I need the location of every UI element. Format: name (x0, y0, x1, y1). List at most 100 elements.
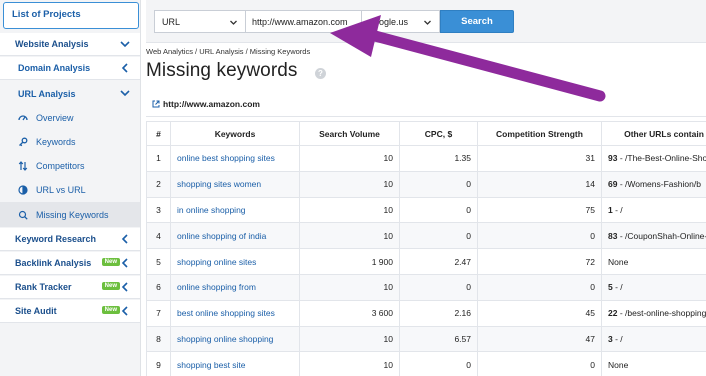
table-row: 9 shopping best site 10 0 0 None (146, 351, 706, 376)
keyword-link[interactable]: in online shopping (170, 196, 300, 224)
table-row: 6 online shopping from 10 0 0 5 - / (146, 273, 706, 301)
table-row: 7 best online shopping sites 3 600 2.16 45 22… (146, 299, 706, 327)
column-header-number: # (146, 121, 171, 146)
divider (146, 116, 706, 117)
keyword-link[interactable]: best online shopping sites (170, 299, 300, 327)
keyword-link[interactable]: shopping online shopping (170, 325, 300, 353)
sidebar-item-keywords[interactable]: Keywords (0, 130, 140, 153)
sidebar-item-backlink-analysis[interactable]: Backlink Analysis New (0, 252, 140, 275)
url-path: - /CouponShah-Online-Shoppi (619, 230, 706, 241)
compare-icon (18, 184, 28, 195)
competition-strength: 0 (477, 222, 602, 250)
keyword-link[interactable]: shopping online sites (170, 248, 300, 275)
row-number: 1 (146, 145, 171, 172)
keyword-link[interactable]: online shopping of india (170, 222, 300, 250)
row-number: 6 (146, 273, 171, 301)
table-row: 1 online best shopping sites 10 1.35 31 93 - … (146, 145, 706, 172)
keyword-link[interactable]: online shopping from (170, 273, 300, 301)
sidebar-item-keyword-research[interactable]: Keyword Research (0, 228, 140, 251)
search-volume: 10 (299, 351, 400, 376)
search-volume: 10 (299, 222, 400, 250)
search-volume: 10 (299, 325, 400, 353)
domain-input[interactable]: http://www.amazon.com (246, 10, 362, 33)
chevron-down-icon (424, 20, 431, 25)
column-header-keywords[interactable]: Keywords (170, 121, 300, 146)
other-urls-cell: 93 - /The-Best-Online-Shopping-F (601, 145, 706, 172)
cpc-value: 6.57 (399, 325, 478, 353)
sidebar-item-missing-keywords[interactable]: Missing Keywords (0, 202, 140, 227)
sidebar-item-site-audit[interactable]: Site Audit New (0, 300, 140, 323)
chevron-left-icon (121, 234, 128, 244)
sidebar: List of Projects Website Analysis Domain… (0, 0, 141, 376)
search-type-select[interactable]: URL (154, 10, 246, 33)
sidebar-item-label: Website Analysis (15, 39, 89, 49)
sidebar-item-label: URL vs URL (36, 184, 86, 195)
cpc-value: 2.47 (399, 248, 478, 275)
cpc-value: 0 (399, 222, 478, 250)
database-value: google.us (369, 17, 409, 27)
cpc-value: 0 (399, 351, 478, 376)
keyword-link[interactable]: shopping best site (170, 351, 300, 376)
row-number: 4 (146, 222, 171, 250)
url-path: - / (612, 282, 623, 293)
search-button[interactable]: Search (440, 10, 514, 33)
missing-keywords-icon (18, 210, 28, 220)
column-header-search-volume[interactable]: Search Volume (299, 121, 400, 146)
database-select[interactable]: google.us (362, 10, 440, 33)
list-of-projects-button[interactable]: List of Projects (3, 2, 139, 29)
external-link-icon[interactable] (152, 100, 160, 108)
competition-strength: 75 (477, 196, 602, 224)
chevron-down-icon (120, 90, 130, 97)
row-number: 2 (146, 170, 171, 198)
sidebar-item-url-vs-url[interactable]: URL vs URL (0, 178, 140, 201)
sidebar-item-label: Backlink Analysis (15, 258, 92, 268)
cpc-value: 0 (399, 196, 478, 224)
row-number: 5 (146, 248, 171, 275)
sort-arrows-icon (18, 160, 28, 171)
table-row: 4 online shopping of india 10 0 0 83 - /Coupo… (146, 222, 706, 250)
sidebar-item-label: URL Analysis (18, 88, 76, 99)
table-row: 2 shopping sites women 10 0 14 69 - /Womens-F… (146, 170, 706, 198)
column-header-competition-strength[interactable]: Competition Strength (477, 121, 602, 146)
url-path: - / (612, 333, 623, 344)
url-path: None (608, 359, 629, 370)
new-badge: New (101, 306, 120, 314)
column-header-other-urls: Other URLs contain (601, 121, 706, 146)
sidebar-item-rank-tracker[interactable]: Rank Tracker New (0, 276, 140, 299)
chevron-left-icon (121, 63, 128, 73)
keyword-link[interactable]: online best shopping sites (170, 145, 300, 172)
gauge-icon (18, 114, 28, 120)
sidebar-item-competitors[interactable]: Competitors (0, 154, 140, 177)
help-icon[interactable]: ? (315, 68, 326, 79)
other-urls-cell: None (601, 351, 706, 376)
column-header-cpc[interactable]: CPC, $ (399, 121, 478, 146)
sidebar-item-url-analysis[interactable]: URL Analysis (0, 82, 140, 105)
url-path: - / (612, 204, 623, 215)
row-number: 8 (146, 325, 171, 353)
competition-strength: 72 (477, 248, 602, 275)
other-urls-cell: 83 - /CouponShah-Online-Shoppi (601, 222, 706, 250)
new-badge: New (101, 282, 120, 290)
search-bar: URL http://www.amazon.com google.us Sear… (146, 0, 706, 43)
keyword-link[interactable]: shopping sites women (170, 170, 300, 198)
sidebar-item-label: Keyword Research (15, 234, 97, 244)
url-path: None (608, 256, 629, 267)
sidebar-item-overview[interactable]: Overview (0, 106, 140, 129)
cpc-value: 0 (399, 273, 478, 301)
sidebar-item-website-analysis[interactable]: Website Analysis (0, 33, 140, 56)
url-path: - /The-Best-Online-Shopping-F (619, 153, 706, 164)
search-volume: 10 (299, 145, 400, 172)
other-urls-cell: 22 - /best-online-shopping-websi (601, 299, 706, 327)
cpc-value: 0 (399, 170, 478, 198)
competition-strength: 47 (477, 325, 602, 353)
other-urls-cell: 1 - / (601, 196, 706, 224)
key-icon (19, 137, 28, 146)
search-volume: 10 (299, 196, 400, 224)
cpc-value: 2.16 (399, 299, 478, 327)
table-row: 5 shopping online sites 1 900 2.47 72 None (146, 248, 706, 275)
sidebar-item-label: Missing Keywords (36, 209, 109, 220)
chevron-down-icon (120, 41, 130, 48)
sidebar-item-label: Domain Analysis (18, 63, 91, 73)
sidebar-item-domain-analysis[interactable]: Domain Analysis (0, 57, 140, 80)
chevron-left-icon (121, 306, 128, 316)
